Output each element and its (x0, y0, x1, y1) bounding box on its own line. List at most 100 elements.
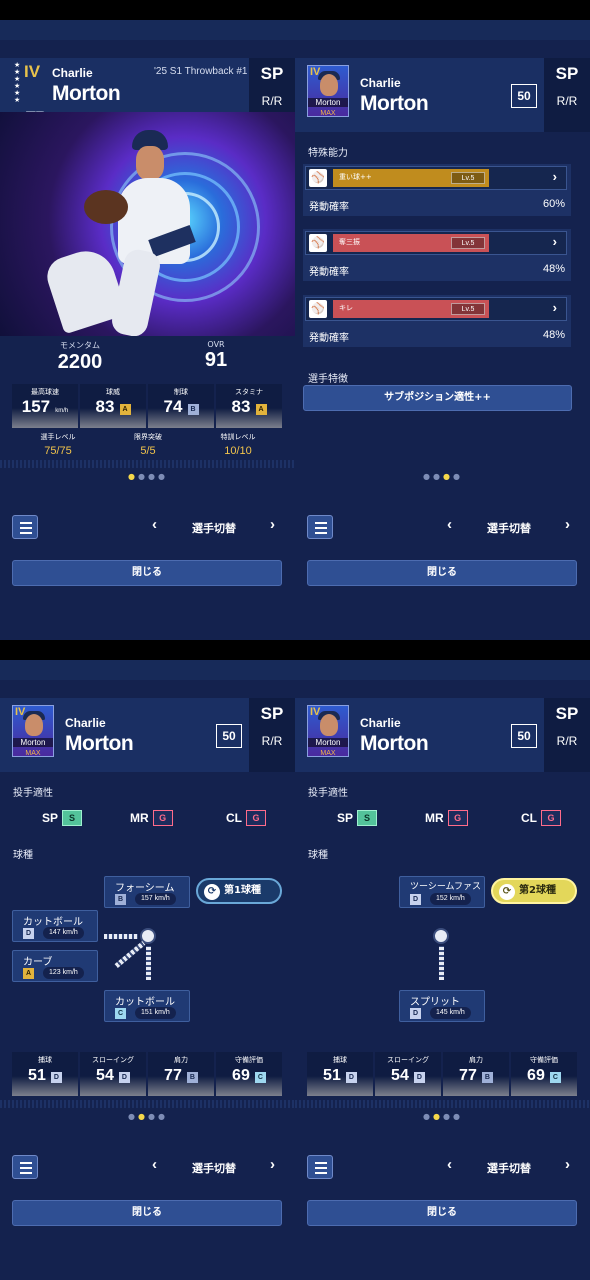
pitch-types-title: 球種 (13, 850, 33, 861)
special-abilities-title: 特殊能力 (308, 148, 348, 159)
momentum-value: 2200 (57, 351, 103, 373)
stat-velocity: 最高球速 157 km/h (12, 384, 78, 428)
pitch-direction-marker (114, 941, 146, 968)
menu-button[interactable] (307, 1155, 333, 1179)
aptitude-cl: CL G (521, 810, 561, 826)
switch-player-label: 選手切替 (192, 1162, 236, 1175)
ovr: OVR 91 (176, 340, 256, 372)
aptitude-cl: CL G (226, 810, 266, 826)
pitch-direction-marker (104, 934, 138, 939)
aptitude-title: 投手適性 (308, 788, 348, 799)
pitcher-icon: ⚾ (309, 169, 327, 187)
aptitude-mr: MR G (130, 810, 173, 826)
pitch-item[interactable]: スプリット D 145 km/h (399, 990, 485, 1022)
ability-row[interactable]: ⚾ 重い球++ Lv.5 › 発動確率 60% (303, 164, 571, 216)
close-button[interactable]: 閉じる (12, 560, 282, 586)
chevron-right-icon: › (552, 300, 557, 315)
defense-catch: 捕球 51 D (307, 1052, 373, 1096)
ovr-value: 91 (204, 349, 228, 371)
page-dots: ●●●● (128, 1112, 168, 1121)
prev-player-button[interactable]: ‹ (447, 516, 452, 533)
close-button[interactable]: 閉じる (307, 560, 577, 586)
menu-button[interactable] (12, 1155, 38, 1179)
next-player-button[interactable]: › (565, 516, 570, 533)
ball-icon (433, 928, 449, 944)
pitch-item[interactable]: フォーシーム B 157 km/h (104, 876, 190, 908)
pitcher-icon: ⚾ (309, 300, 327, 318)
menu-button[interactable] (12, 515, 38, 539)
star-icons: ★★★★★★ (14, 61, 21, 104)
close-button[interactable]: 閉じる (12, 1200, 282, 1226)
defense-rating: 守備評価 69 C (511, 1052, 577, 1096)
level-box: 50 (511, 724, 537, 748)
grade-badge: B (187, 404, 199, 415)
stat-stamina: スタミナ 83 A (216, 384, 282, 428)
momentum: モメンタム 2200 (40, 340, 120, 374)
refresh-icon: ⟳ (499, 884, 515, 900)
grade-badge: A (255, 404, 267, 415)
last-name: Morton (360, 92, 429, 115)
refresh-icon: ⟳ (204, 884, 220, 900)
panel-pitching-1: IV Morton MAX Charlie Morton 50 SP R/R 投… (0, 660, 295, 1280)
page-dots: ●●●● (423, 472, 463, 481)
training-level: 特訓レベル 10/10 (220, 433, 256, 457)
role-box: SP R/R (544, 698, 590, 772)
stat-power: 球威 83 A (80, 384, 146, 428)
defense-arm: 肩力 77 B (148, 1052, 214, 1096)
limit-break: 限界突破 5/5 (134, 433, 162, 457)
close-button[interactable]: 閉じる (307, 1200, 577, 1226)
pitcher-icon: ⚾ (309, 234, 327, 252)
last-name: Morton (52, 82, 121, 105)
prev-player-button[interactable]: ‹ (152, 1156, 157, 1173)
first-name: Charlie (65, 716, 106, 730)
version-badge: IV (24, 62, 41, 81)
role-box: SP R/R (544, 58, 590, 132)
next-player-button[interactable]: › (565, 1156, 570, 1173)
pitch-item[interactable]: カーブ A 123 km/h (12, 950, 98, 982)
chevron-right-icon: › (552, 169, 557, 184)
pitch-item[interactable]: カットボール C 151 km/h (104, 990, 190, 1022)
ability-row[interactable]: ⚾ 奪三振 Lv.5 › 発動確率 48% (303, 229, 571, 281)
card-thumbnail: IV Morton MAX (307, 65, 349, 117)
aptitude-title: 投手適性 (13, 788, 53, 799)
level-box: 50 (511, 84, 537, 108)
primary-pitch-badge: ⟳ 第1球種 (196, 878, 282, 904)
defense-throw: スローイング 54 D (375, 1052, 441, 1096)
pitch-item[interactable]: カットボール D 147 km/h (12, 910, 98, 942)
top-strip (0, 20, 295, 40)
chevron-right-icon: › (552, 234, 557, 249)
panel-overview: IV ★★★★★★ TB Charlie Morton '25 S1 Throw… (0, 20, 295, 640)
ability-row[interactable]: ⚾ キレ Lv.5 › 発動確率 48% (303, 295, 571, 347)
card-series: '25 S1 Throwback #1 (154, 66, 248, 77)
page-dots: ●●●● (128, 472, 168, 481)
first-name: Charlie (360, 716, 401, 730)
bat-throw: R/R (261, 94, 283, 108)
prev-player-button[interactable]: ‹ (152, 516, 157, 533)
prev-player-button[interactable]: ‹ (447, 1156, 452, 1173)
role-box: SP R/R (249, 698, 295, 772)
aptitude-mr: MR G (425, 810, 468, 826)
pitch-item[interactable]: ツーシームファスト D 152 km/h (399, 876, 485, 908)
secondary-pitch-badge: ⟳ 第2球種 (491, 878, 577, 904)
first-name: Charlie (52, 66, 93, 80)
switch-player-label: 選手切替 (487, 522, 531, 535)
panel-abilities: IV Morton MAX Charlie Morton 50 SP R/R 特… (295, 20, 590, 640)
panel-pitching-2: IV Morton MAX Charlie Morton 50 SP R/R 投… (295, 660, 590, 1280)
menu-button[interactable] (307, 515, 333, 539)
grade-badge: A (119, 404, 131, 415)
next-player-button[interactable]: › (270, 1156, 275, 1173)
last-name: Morton (65, 732, 134, 755)
aptitude-sp: SP S (42, 810, 83, 826)
last-name: Morton (360, 732, 429, 755)
position: SP (260, 64, 284, 83)
first-name: Charlie (360, 76, 401, 90)
page-dots: ●●●● (423, 1112, 463, 1121)
aptitude-sp: SP S (337, 810, 378, 826)
next-player-button[interactable]: › (270, 516, 275, 533)
defense-throw: スローイング 54 D (80, 1052, 146, 1096)
level-box: 50 (216, 724, 242, 748)
card-thumbnail: IV Morton MAX (12, 705, 54, 757)
defense-arm: 肩力 77 B (443, 1052, 509, 1096)
pitch-direction-marker (146, 946, 151, 980)
trait-button[interactable]: サブポジション適性++ (303, 385, 572, 411)
